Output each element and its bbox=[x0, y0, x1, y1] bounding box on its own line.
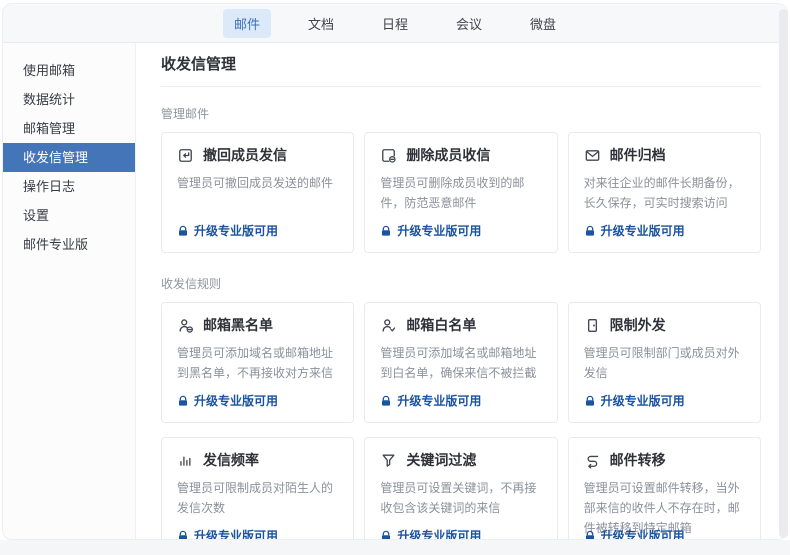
upgrade-link[interactable]: 升级专业版可用 bbox=[177, 222, 278, 239]
sections: 管理邮件撤回成员发信管理员可撤回成员发送的邮件升级专业版可用删除成员收信管理员可… bbox=[161, 105, 761, 539]
sidebar-item-mail-guide[interactable]: 使用邮箱 bbox=[3, 56, 135, 85]
lock-icon bbox=[380, 530, 392, 540]
lock-icon bbox=[584, 225, 596, 237]
upgrade-link[interactable]: 升级专业版可用 bbox=[584, 392, 685, 409]
lock-icon bbox=[584, 530, 596, 540]
lock-icon bbox=[584, 395, 596, 407]
divider bbox=[161, 86, 761, 87]
card-header: 删除成员收信 bbox=[380, 145, 541, 165]
envelope-icon bbox=[584, 147, 601, 164]
upgrade-label: 升级专业版可用 bbox=[397, 392, 481, 409]
card-mail-blacklist[interactable]: 邮箱黑名单管理员可添加域名或邮箱地址到黑名单，不再接收对方来信升级专业版可用 bbox=[161, 302, 354, 423]
upgrade-label: 升级专业版可用 bbox=[601, 527, 685, 539]
tab-meeting[interactable]: 会议 bbox=[445, 9, 493, 38]
door-exit-icon bbox=[584, 317, 601, 334]
card-header: 撤回成员发信 bbox=[177, 145, 338, 165]
card-title: 邮件转移 bbox=[610, 450, 666, 470]
card-header: 邮件归档 bbox=[584, 145, 745, 165]
sidebar-item-data-statistics[interactable]: 数据统计 bbox=[3, 85, 135, 114]
tab-docs[interactable]: 文档 bbox=[297, 9, 345, 38]
lock-icon bbox=[177, 530, 189, 540]
content-row: 使用邮箱数据统计邮箱管理收发信管理操作日志设置邮件专业版 收发信管理 管理邮件撤… bbox=[3, 43, 787, 539]
card-title: 删除成员收信 bbox=[406, 145, 490, 165]
upgrade-link[interactable]: 升级专业版可用 bbox=[380, 527, 481, 539]
main-content: 收发信管理 管理邮件撤回成员发信管理员可撤回成员发送的邮件升级专业版可用删除成员… bbox=[136, 43, 787, 539]
upgrade-link[interactable]: 升级专业版可用 bbox=[380, 222, 481, 239]
user-check-icon bbox=[380, 317, 397, 334]
upgrade-link[interactable]: 升级专业版可用 bbox=[584, 222, 685, 239]
tab-mail[interactable]: 邮件 bbox=[223, 9, 271, 38]
sidebar-item-mail-pro[interactable]: 邮件专业版 bbox=[3, 230, 135, 259]
card-description: 管理员可撤回成员发送的邮件 bbox=[177, 173, 338, 193]
sidebar-item-send-receive-management[interactable]: 收发信管理 bbox=[3, 143, 135, 172]
upgrade-link[interactable]: 升级专业版可用 bbox=[584, 527, 685, 539]
card-header: 邮件转移 bbox=[584, 450, 745, 470]
section-label: 管理邮件 bbox=[161, 105, 761, 122]
sidebar-item-operation-log[interactable]: 操作日志 bbox=[3, 172, 135, 201]
section-label: 收发信规则 bbox=[161, 275, 761, 292]
lock-icon bbox=[380, 395, 392, 407]
card-header: 限制外发 bbox=[584, 315, 745, 335]
recall-mail-icon bbox=[177, 147, 194, 164]
card-description: 管理员可添加域名或邮箱地址到黑名单，不再接收对方来信 bbox=[177, 343, 338, 383]
card-grid: 邮箱黑名单管理员可添加域名或邮箱地址到黑名单，不再接收对方来信升级专业版可用邮箱… bbox=[161, 302, 761, 539]
card-restrict-outgoing[interactable]: 限制外发管理员可限制部门或成员对外发信升级专业版可用 bbox=[568, 302, 761, 423]
top-tabs: 邮件文档日程会议微盘 bbox=[223, 9, 567, 38]
upgrade-label: 升级专业版可用 bbox=[194, 392, 278, 409]
bottom-page-strip bbox=[0, 540, 790, 555]
card-title: 邮箱白名单 bbox=[406, 315, 476, 335]
card-description: 管理员可限制部门或成员对外发信 bbox=[584, 343, 745, 383]
card-header: 关键词过滤 bbox=[380, 450, 541, 470]
card-recall-member-mail[interactable]: 撤回成员发信管理员可撤回成员发送的邮件升级专业版可用 bbox=[161, 132, 354, 253]
sidebar: 使用邮箱数据统计邮箱管理收发信管理操作日志设置邮件专业版 bbox=[3, 43, 136, 539]
card-mail-whitelist[interactable]: 邮箱白名单管理员可添加域名或邮箱地址到白名单，确保来信不被拦截升级专业版可用 bbox=[364, 302, 557, 423]
funnel-icon bbox=[380, 452, 397, 469]
card-title: 关键词过滤 bbox=[406, 450, 476, 470]
upgrade-label: 升级专业版可用 bbox=[397, 527, 481, 539]
user-minus-icon bbox=[177, 317, 194, 334]
sidebar-item-settings[interactable]: 设置 bbox=[3, 201, 135, 230]
bar-chart-icon bbox=[177, 452, 194, 469]
page-title: 收发信管理 bbox=[161, 53, 761, 74]
tab-drive[interactable]: 微盘 bbox=[519, 9, 567, 38]
card-mail-transfer[interactable]: 邮件转移管理员可设置邮件转移，当外部来信的收件人不存在时，邮件被转移到特定邮箱升… bbox=[568, 437, 761, 539]
card-description: 对来往企业的邮件长期备份，长久保存，可实时搜索访问 bbox=[584, 173, 745, 213]
card-title: 限制外发 bbox=[610, 315, 666, 335]
card-keyword-filter[interactable]: 关键词过滤管理员可设置关键词，不再接收包含该关键词的来信升级专业版可用 bbox=[364, 437, 557, 539]
sidebar-item-mailbox-management[interactable]: 邮箱管理 bbox=[3, 114, 135, 143]
upgrade-label: 升级专业版可用 bbox=[601, 392, 685, 409]
card-send-frequency[interactable]: 发信频率管理员可限制成员对陌生人的发信次数升级专业版可用 bbox=[161, 437, 354, 539]
card-delete-member-mail[interactable]: 删除成员收信管理员可删除成员收到的邮件，防范恶意邮件升级专业版可用 bbox=[364, 132, 557, 253]
card-header: 邮箱白名单 bbox=[380, 315, 541, 335]
card-header: 邮箱黑名单 bbox=[177, 315, 338, 335]
lock-icon bbox=[177, 395, 189, 407]
card-header: 发信频率 bbox=[177, 450, 338, 470]
card-description: 管理员可删除成员收到的邮件，防范恶意邮件 bbox=[380, 173, 541, 213]
upgrade-label: 升级专业版可用 bbox=[601, 222, 685, 239]
upgrade-link[interactable]: 升级专业版可用 bbox=[177, 527, 278, 539]
upgrade-label: 升级专业版可用 bbox=[397, 222, 481, 239]
card-title: 发信频率 bbox=[203, 450, 259, 470]
app-window: 邮件文档日程会议微盘 使用邮箱数据统计邮箱管理收发信管理操作日志设置邮件专业版 … bbox=[2, 3, 788, 540]
card-title: 邮件归档 bbox=[610, 145, 666, 165]
lock-icon bbox=[380, 225, 392, 237]
card-description: 管理员可添加域名或邮箱地址到白名单，确保来信不被拦截 bbox=[380, 343, 541, 383]
top-navigation: 邮件文档日程会议微盘 bbox=[3, 4, 787, 43]
lock-icon bbox=[177, 225, 189, 237]
upgrade-link[interactable]: 升级专业版可用 bbox=[380, 392, 481, 409]
upgrade-label: 升级专业版可用 bbox=[194, 222, 278, 239]
vertical-scrollbar[interactable] bbox=[779, 9, 788, 538]
upgrade-link[interactable]: 升级专业版可用 bbox=[177, 392, 278, 409]
card-title: 撤回成员发信 bbox=[203, 145, 287, 165]
card-description: 管理员可设置关键词，不再接收包含该关键词的来信 bbox=[380, 478, 541, 518]
upgrade-label: 升级专业版可用 bbox=[194, 527, 278, 539]
s-arrow-icon bbox=[584, 452, 601, 469]
card-grid: 撤回成员发信管理员可撤回成员发送的邮件升级专业版可用删除成员收信管理员可删除成员… bbox=[161, 132, 761, 253]
card-mail-archive[interactable]: 邮件归档对来往企业的邮件长期备份，长久保存，可实时搜索访问升级专业版可用 bbox=[568, 132, 761, 253]
tab-calendar[interactable]: 日程 bbox=[371, 9, 419, 38]
card-description: 管理员可限制成员对陌生人的发信次数 bbox=[177, 478, 338, 518]
card-title: 邮箱黑名单 bbox=[203, 315, 273, 335]
delete-mail-icon bbox=[380, 147, 397, 164]
